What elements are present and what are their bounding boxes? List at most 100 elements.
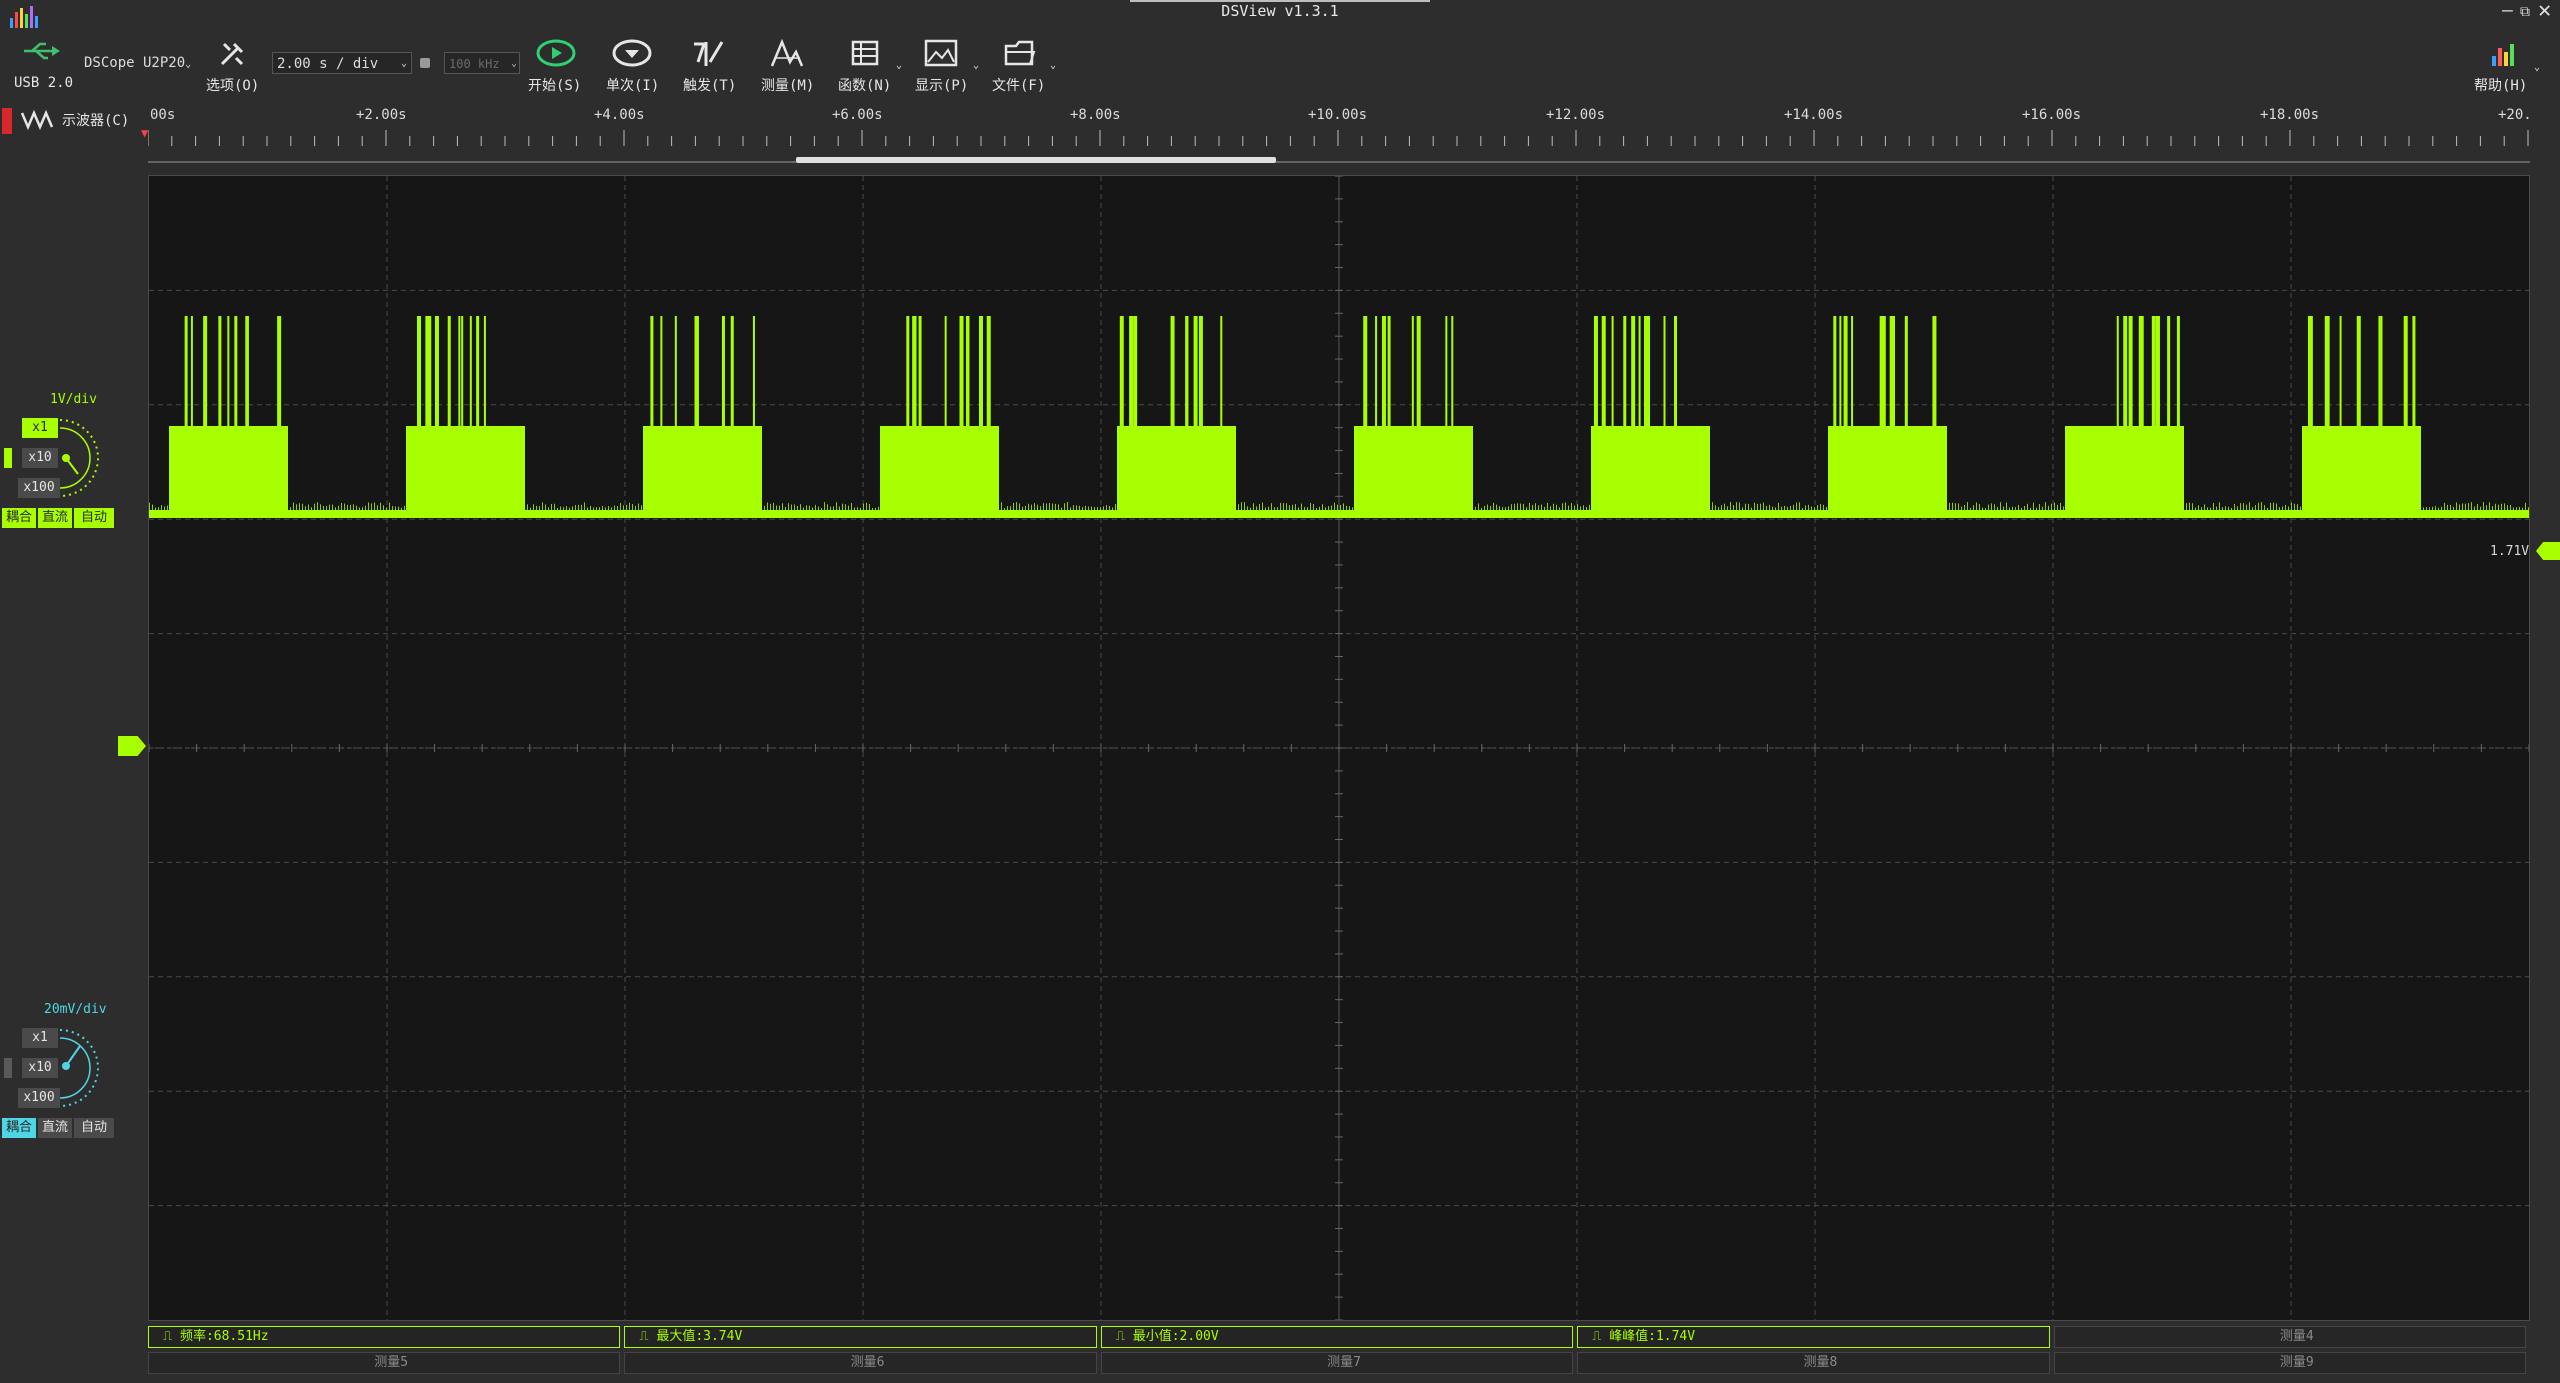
function-icon[interactable] [850, 38, 880, 72]
timebase-select[interactable]: 2.00 s / div ⌄ [272, 52, 412, 74]
ch1-coupling[interactable]: 耦合 [2, 508, 36, 528]
ch1-enable-bar[interactable] [4, 448, 12, 468]
trace-noise [554, 503, 555, 510]
trigger-level-marker[interactable] [2536, 542, 2560, 560]
trace-spike [1363, 316, 1367, 426]
measurement-slot[interactable]: ⎍ 峰峰值:1.74V [1577, 1326, 2050, 1348]
trigger-button[interactable]: 触发(T) [683, 75, 736, 95]
trace-noise [671, 505, 672, 510]
trace-spike [1601, 316, 1606, 426]
measurement-slot[interactable]: ⎍ 最小值:2.00V [1100, 1326, 1574, 1348]
file-dropdown-icon[interactable]: ⌄ [1050, 60, 1056, 71]
trace-noise [206, 507, 207, 510]
measurement-slot[interactable]: 测量9 [2053, 1352, 2526, 1374]
trace-noise [785, 506, 786, 510]
waveform-display[interactable] [148, 175, 2530, 1321]
trace-noise [2477, 504, 2478, 510]
single-button[interactable]: 单次(I) [606, 75, 659, 95]
trace-noise [1667, 503, 1668, 510]
trace-noise [383, 505, 384, 510]
trace-noise [599, 507, 600, 510]
trace-noise [2360, 507, 2361, 510]
close-button[interactable]: ✕ [2538, 0, 2551, 23]
mode-label[interactable]: 示波器(C) [62, 110, 129, 130]
options-icon[interactable] [216, 38, 248, 74]
trace-noise [1211, 502, 1212, 510]
measure-icon[interactable] [770, 38, 806, 72]
function-dropdown-icon[interactable]: ⌄ [896, 60, 902, 71]
help-button[interactable]: 帮助(H) [2474, 75, 2527, 95]
trace-noise [872, 507, 873, 510]
ch2-coupling[interactable]: 耦合 [2, 1118, 36, 1138]
trace-noise [2174, 507, 2175, 510]
file-icon[interactable] [1004, 38, 1036, 72]
device-select[interactable]: DSCope U2P20⌄ [80, 52, 198, 74]
single-icon[interactable] [612, 38, 652, 72]
trace-noise [227, 505, 228, 510]
view-scrollbar[interactable] [796, 157, 1276, 163]
measurement-slot[interactable]: 测量7 [1100, 1352, 1574, 1374]
file-button[interactable]: 文件(F) [992, 75, 1045, 95]
maximize-button[interactable]: ⧉ [2520, 4, 2530, 20]
measurement-slot[interactable]: 测量8 [1577, 1352, 2050, 1374]
oscilloscope-icon[interactable] [20, 109, 56, 134]
trace-noise [1595, 505, 1596, 510]
display-button[interactable]: 显示(P) [915, 75, 968, 95]
display-dropdown-icon[interactable]: ⌄ [973, 60, 979, 71]
help-icon[interactable] [2488, 38, 2524, 72]
trace-noise [1310, 503, 1311, 510]
trace-noise [938, 504, 939, 510]
trace-noise [326, 505, 327, 510]
trace-noise [2414, 504, 2415, 510]
trace-noise [1751, 507, 1752, 510]
trace-noise [1385, 504, 1386, 510]
ch2-enable-bar[interactable] [4, 1058, 12, 1078]
trace-noise [1544, 506, 1545, 510]
function-button[interactable]: 函数(N) [838, 75, 891, 95]
trace-noise [1439, 503, 1440, 510]
measurement-slot[interactable]: 测量6 [624, 1352, 1097, 1374]
trace-noise [1115, 503, 1116, 510]
trace-noise [287, 506, 288, 510]
trace-noise [1973, 505, 1974, 510]
trigger-position-marker[interactable]: ▼ [141, 126, 148, 140]
ch2-dc[interactable]: 直流 [38, 1118, 72, 1138]
ch1-auto[interactable]: 自动 [74, 508, 114, 528]
trace-noise [1649, 506, 1650, 510]
trace-noise [1622, 507, 1623, 510]
ruler-label: +12.00s [1546, 107, 1606, 123]
trace-noise [1319, 506, 1320, 510]
trace-noise [1409, 505, 1410, 510]
measure-button[interactable]: 测量(M) [761, 75, 814, 95]
help-dropdown-icon[interactable]: ⌄ [2534, 62, 2540, 73]
trace-noise [1046, 503, 1047, 510]
measurement-slot[interactable]: 测量5 [148, 1352, 621, 1374]
measurement-slot[interactable]: ⎍ 最大值:3.74V [624, 1326, 1097, 1348]
trace-noise [2093, 506, 2094, 510]
options-button[interactable]: 选项(O) [206, 75, 259, 95]
start-button[interactable]: 开始(S) [528, 75, 581, 95]
ch2-auto[interactable]: 自动 [74, 1118, 114, 1138]
trace-noise [2267, 507, 2268, 510]
samplerate-select[interactable]: 100 kHz ⌄ [444, 52, 520, 74]
trace-noise [1331, 505, 1332, 510]
minimize-button[interactable]: – [2502, 0, 2513, 21]
trace-noise [2108, 503, 2109, 510]
trace-noise [1274, 507, 1275, 510]
trigger-icon[interactable] [692, 38, 726, 72]
ruler-label: +18.00s [2260, 107, 2320, 123]
start-icon[interactable] [536, 38, 576, 72]
trace-noise [1184, 504, 1185, 510]
display-icon[interactable] [924, 38, 958, 72]
trace-noise [704, 506, 705, 510]
ch1-dc[interactable]: 直流 [38, 508, 72, 528]
trace-spike [1663, 316, 1666, 426]
measurement-slot[interactable]: ⎍ 频率:68.51Hz [148, 1326, 621, 1348]
trace-noise [914, 505, 915, 510]
ch1-vdiv-knob[interactable] [52, 412, 116, 504]
ch1-offset-marker[interactable] [118, 736, 146, 756]
ch2-vdiv-knob[interactable] [52, 1022, 116, 1114]
trace-noise [590, 505, 591, 510]
measurement-slot[interactable]: 测量4 [2053, 1326, 2526, 1348]
trace-noise [1586, 506, 1587, 510]
